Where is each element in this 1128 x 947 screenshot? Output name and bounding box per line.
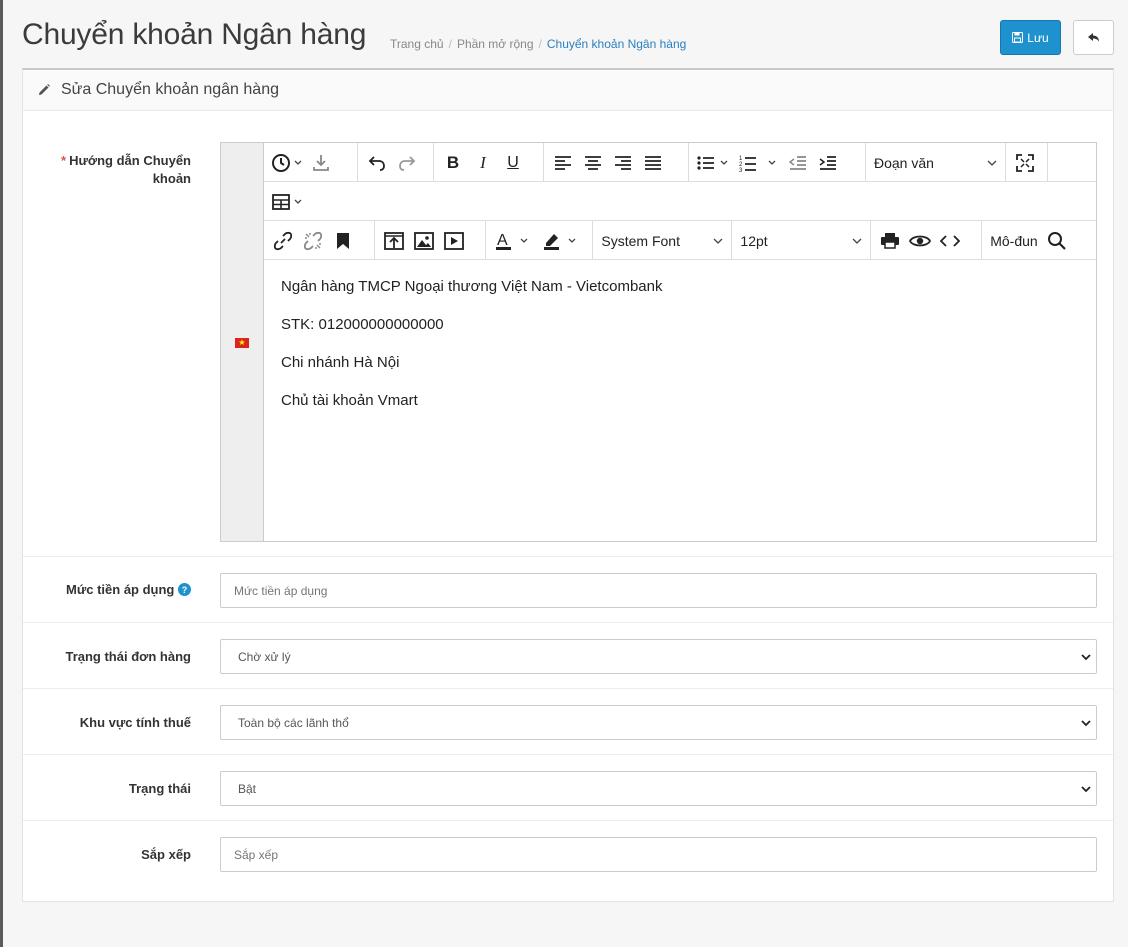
media-icon[interactable] (439, 226, 469, 256)
chevron-down-icon (987, 160, 997, 166)
outdent-icon[interactable] (783, 148, 813, 178)
toolbar-row-2 (264, 182, 1096, 221)
total-input[interactable] (220, 573, 1097, 608)
save-icon (1012, 32, 1024, 43)
order-status-select[interactable]: Chờ xử lý (220, 639, 1097, 674)
order-status-row: Trạng thái đơn hàng Chờ xử lý (23, 623, 1113, 689)
instructions-line: STK: 012000000000000 (281, 316, 444, 333)
instructions-editor: ★ B I U 1 2 3 Đoạn văn A System Font 12p… (220, 142, 1097, 542)
status-select[interactable]: Bật (220, 771, 1097, 806)
image-icon[interactable] (409, 226, 439, 256)
geo-zone-select[interactable]: Toàn bộ các lãnh thổ (220, 705, 1097, 740)
page-title: Chuyển khoản Ngân hàng (22, 18, 367, 51)
panel-title: Sửa Chuyển khoản ngân hàng (61, 81, 279, 98)
svg-text:?: ? (182, 585, 188, 595)
text-color-icon[interactable]: A (490, 226, 538, 256)
required-marker: * (61, 153, 67, 168)
numbered-list-icon[interactable]: 123 (735, 148, 783, 178)
history-icon[interactable] (268, 148, 306, 178)
instructions-line: Chi nhánh Hà Nội (281, 354, 400, 371)
instructions-line: Ngân hàng TMCP Ngoại thương Việt Nam - V… (281, 278, 663, 295)
unlink-icon[interactable] (298, 226, 328, 256)
page-header: Chuyển khoản Ngân hàng Trang chủ / Phần mở… (22, 0, 1114, 68)
align-left-icon[interactable] (548, 148, 578, 178)
indent-icon[interactable] (813, 148, 843, 178)
reply-icon (1087, 32, 1099, 42)
save-button[interactable]: Lưu (1000, 20, 1061, 55)
chevron-down-icon (713, 238, 723, 244)
total-row: Mức tiền áp dụng ? (23, 557, 1113, 623)
instructions-line: Chủ tài khoản Vmart (281, 392, 418, 409)
help-icon[interactable]: ? (178, 583, 191, 596)
module-button[interactable]: Mô-đun (986, 226, 1041, 256)
fullscreen-icon[interactable] (1010, 148, 1040, 178)
chevron-down-icon (1081, 654, 1091, 661)
underline-icon[interactable]: U (498, 148, 528, 178)
bookmark-icon[interactable] (328, 226, 358, 256)
status-label: Trạng thái (128, 781, 191, 796)
table-icon[interactable] (268, 187, 310, 217)
total-label: Mức tiền áp dụng ? (66, 581, 191, 599)
vietnam-flag-icon: ★ (235, 338, 249, 348)
align-center-icon[interactable] (578, 148, 608, 178)
upload-icon[interactable] (379, 226, 409, 256)
svg-text:3: 3 (739, 168, 743, 172)
geo-zone-row: Khu vực tính thuế Toàn bộ các lãnh thổ (23, 689, 1113, 755)
print-icon[interactable] (875, 226, 905, 256)
chevron-down-icon (852, 238, 862, 244)
align-right-icon[interactable] (608, 148, 638, 178)
breadcrumb-current[interactable]: Chuyển khoản Ngân hàng (547, 37, 686, 51)
rich-text-editor: B I U 123 Đoạn văn A System Font 12pt Mô… (264, 143, 1096, 541)
block-format-dropdown[interactable]: Đoạn văn (866, 148, 1005, 178)
panel-heading: Sửa Chuyển khoản ngân hàng (23, 70, 1113, 111)
toolbar-row-3: A System Font 12pt Mô-đun (264, 221, 1096, 260)
order-status-label: Trạng thái đơn hàng (65, 649, 191, 664)
link-icon[interactable] (268, 226, 298, 256)
font-family-dropdown[interactable]: System Font (593, 226, 731, 256)
align-justify-icon[interactable] (638, 148, 668, 178)
breadcrumb-home[interactable]: Trang chủ (390, 37, 444, 51)
undo-icon[interactable] (362, 148, 392, 178)
instructions-row: * Hướng dẫn Chuyển khoản ★ B I U 1 2 3 Đ… (23, 111, 1113, 557)
status-row: Trạng thái Bật (23, 755, 1113, 821)
breadcrumb: Trang chủ / Phần mở rộng / Chuyển khoản Ngân… (390, 37, 687, 51)
back-button[interactable] (1073, 20, 1114, 55)
source-code-icon[interactable] (935, 226, 965, 256)
redo-icon[interactable] (392, 148, 422, 178)
highlight-color-icon[interactable] (538, 226, 586, 256)
sort-order-input[interactable] (220, 837, 1097, 872)
bold-icon[interactable]: B (438, 148, 468, 178)
breadcrumb-extensions[interactable]: Phần mở rộng (457, 37, 534, 51)
window-edge (0, 0, 3, 947)
svg-text:A: A (497, 232, 508, 249)
toolbar-row-1: B I U 123 Đoạn văn (264, 143, 1096, 182)
editor-content[interactable]: Ngân hàng TMCP Ngoại thương Việt Nam - V… (264, 261, 1096, 445)
preview-icon[interactable] (905, 226, 935, 256)
chevron-down-icon (1081, 720, 1091, 727)
edit-panel: Sửa Chuyển khoản ngân hàng * Hướng dẫn Ch… (22, 68, 1114, 902)
geo-zone-label: Khu vực tính thuế (79, 715, 191, 730)
instructions-label: * Hướng dẫn Chuyển khoản (61, 153, 191, 186)
download-icon[interactable] (306, 148, 336, 178)
save-button-label: Lưu (1027, 30, 1049, 45)
bullet-list-icon[interactable] (693, 148, 735, 178)
pencil-icon (39, 84, 50, 95)
sort-order-label: Sắp xếp (141, 847, 191, 862)
chevron-down-icon (1081, 786, 1091, 793)
search-icon[interactable] (1042, 226, 1072, 256)
sort-order-row: Sắp xếp (23, 821, 1113, 887)
language-column: ★ (221, 143, 264, 541)
font-size-dropdown[interactable]: 12pt (732, 226, 870, 256)
italic-icon[interactable]: I (468, 148, 498, 178)
